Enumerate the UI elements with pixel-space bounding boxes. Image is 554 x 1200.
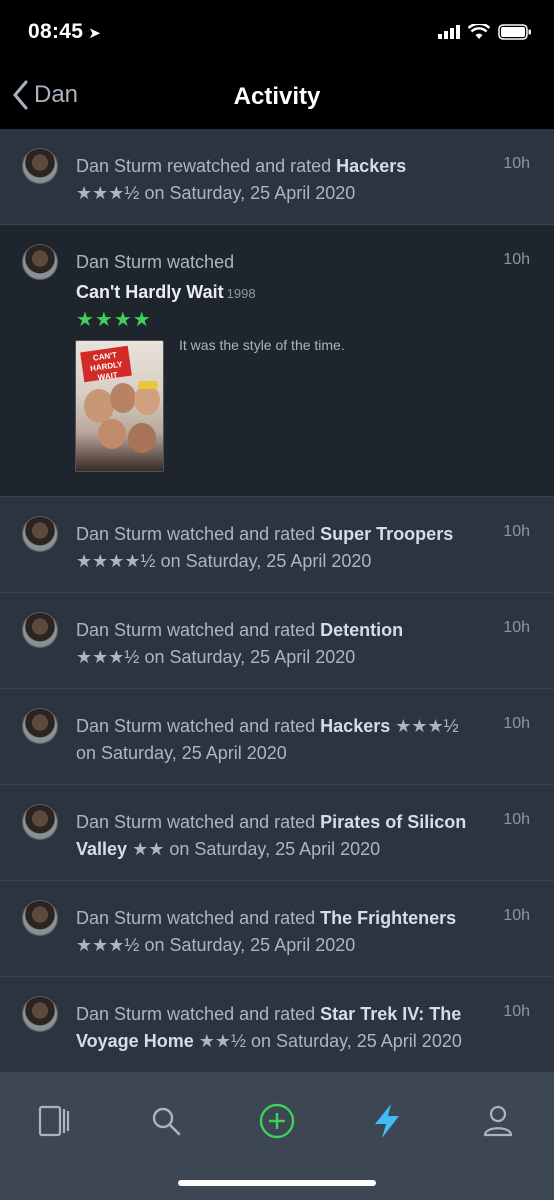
signal-icon [438,25,460,39]
timestamp: 10h [503,251,530,268]
avatar[interactable] [22,804,58,840]
film-link[interactable]: The Frighteners [320,908,456,928]
timestamp: 10h [503,811,530,828]
avatar[interactable] [22,900,58,936]
activity-item[interactable]: 10h Dan Sturm rewatched and rated Hacker… [0,129,554,225]
activity-text: Dan Sturm watched Can't Hardly Wait 1998 … [0,225,554,331]
avatar[interactable] [22,708,58,744]
activity-text: Dan Sturm watched and rated The Frighten… [76,908,457,955]
activity-text: Dan Sturm watched and rated Star Trek IV… [76,1004,462,1051]
rating: ★★★★½ [76,551,156,571]
avatar[interactable] [22,244,58,280]
search-icon[interactable] [146,1101,186,1141]
activity-icon[interactable] [367,1101,407,1141]
review-text: It was the style of the time. [179,337,345,353]
activity-text: Dan Sturm watched and rated Hackers ★★★½… [76,716,459,763]
avatar[interactable] [22,516,58,552]
activity-item[interactable]: 10h Dan Sturm watched and rated The Frig… [0,881,554,977]
film-link[interactable]: Hackers [320,716,390,736]
location-arrow-icon: ➤ [88,25,102,42]
poster-title: CAN'T HARDLY WAIT [80,345,132,382]
activity-item[interactable]: 10h Dan Sturm watched and rated Super Tr… [0,497,554,593]
status-time: 08:45 ➤ [28,20,102,43]
activity-text: Dan Sturm watched and rated Pirates of S… [76,812,467,859]
activity-item-review[interactable]: 10h Dan Sturm watched Can't Hardly Wait 1… [0,225,554,497]
avatar[interactable] [22,612,58,648]
film-poster[interactable]: CAN'T HARDLY WAIT [75,340,164,472]
activity-item[interactable]: 10h Dan Sturm watched and rated Hackers … [0,689,554,785]
rating: ★★★½ [76,647,140,667]
timestamp: 10h [503,155,530,172]
film-link[interactable]: Detention [320,620,403,640]
rating: ★★½ [198,1031,247,1051]
rating: ★★★½ [76,183,140,203]
activity-text: Dan Sturm watched and rated Super Troope… [76,524,454,571]
timestamp: 10h [503,619,530,636]
home-indicator [178,1180,376,1186]
timestamp: 10h [503,907,530,924]
activity-item[interactable]: 10h Dan Sturm watched and rated Detentio… [0,593,554,689]
navigation-bar: Dan Activity [0,70,554,128]
status-bar: 08:45 ➤ [0,0,554,70]
activity-item[interactable]: 10h Dan Sturm watched and rated Pirates … [0,785,554,881]
film-year: 1998 [226,286,256,301]
timestamp: 10h [503,523,530,540]
add-icon[interactable] [257,1101,297,1141]
timestamp: 10h [503,1003,530,1020]
avatar[interactable] [22,996,58,1032]
film-link[interactable]: Super Troopers [320,524,453,544]
battery-icon [498,24,531,40]
rating: ★★★½ [395,716,459,736]
wifi-icon [468,24,490,39]
avatar[interactable] [22,148,58,184]
activity-feed: 10h Dan Sturm rewatched and rated Hacker… [0,129,554,1073]
films-icon[interactable] [34,1101,74,1141]
film-link[interactable]: Hackers [336,156,406,176]
activity-text: Dan Sturm watched and rated Detention ★★… [76,620,404,667]
rating: ★★ [132,839,165,859]
timestamp: 10h [503,715,530,732]
profile-icon[interactable] [478,1101,518,1141]
film-link[interactable]: Can't Hardly Wait 1998 [76,279,474,307]
activity-text: Dan Sturm rewatched and rated Hackers ★★… [76,156,407,203]
rating: ★★★★ [76,309,152,331]
activity-item[interactable]: 10h Dan Sturm watched and rated Star Tre… [0,977,554,1073]
rating: ★★★½ [76,935,140,955]
page-title: Activity [233,83,321,110]
